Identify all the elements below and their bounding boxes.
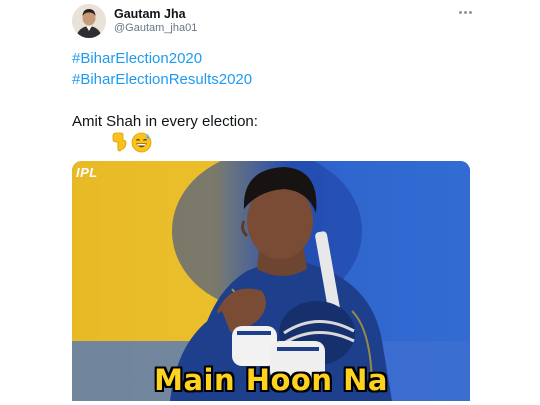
avatar[interactable] bbox=[72, 4, 106, 38]
grinning-face-with-sweat-icon bbox=[131, 132, 152, 152]
dot-icon bbox=[463, 10, 467, 14]
hashtag-link[interactable]: #BiharElectionResults2020 bbox=[72, 71, 252, 88]
more-options-button[interactable] bbox=[455, 5, 475, 19]
tweet-media-image[interactable]: IPL Main Hoon Na bbox=[72, 161, 470, 401]
meme-caption: Main Hoon Na bbox=[154, 363, 388, 397]
author-handle[interactable]: @Gautam_jha01 bbox=[114, 22, 197, 34]
ipl-watermark: IPL bbox=[76, 165, 98, 180]
dot-icon bbox=[468, 10, 472, 14]
tweet-text: Amit Shah in every election: bbox=[72, 113, 258, 130]
dot-icon bbox=[458, 10, 462, 14]
author-display-name[interactable]: Gautam Jha bbox=[114, 7, 186, 21]
emoji-row bbox=[110, 131, 152, 153]
hashtag-link[interactable]: #BiharElection2020 bbox=[72, 50, 202, 67]
tweet-card: Gautam Jha @Gautam_jha01 #BiharElection2… bbox=[0, 0, 540, 405]
backhand-index-pointing-down-icon bbox=[112, 132, 127, 152]
